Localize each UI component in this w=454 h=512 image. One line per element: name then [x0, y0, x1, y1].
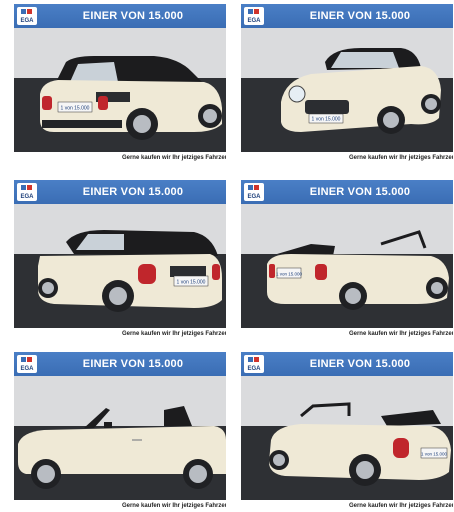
svg-text:EGA: EGA [20, 194, 34, 200]
listing-photo-6[interactable]: EGA EINER VON 15.000 1 von 15.000 Gerne … [241, 352, 453, 512]
car-photo: 1 von 15.000 [14, 28, 226, 152]
license-plate: 1 von 15.000 [61, 106, 90, 112]
svg-text:EGA: EGA [247, 194, 261, 200]
tagline-text: Gerne kaufen wir Ihr jetziges Fahrzeug [348, 331, 453, 337]
car-photo: 1 von 15.000 [241, 376, 453, 500]
car-photo: 1 von 15.000 [241, 204, 453, 328]
listing-photo-5[interactable]: EGA EINER VON 15.000 Gerne kaufen wir Ih… [14, 352, 226, 512]
ega-logo: EGA [17, 355, 37, 373]
ega-logo: EGA [17, 183, 37, 201]
tagline-text: Gerne kaufen wir Ihr jetziges Fahrzeug [348, 155, 453, 161]
listing-photo-1[interactable]: EGA EINER VON 15.000 1 von 15.000 Gerne … [14, 4, 226, 164]
headline-text: EINER VON 15.000 [82, 10, 184, 22]
ega-logo: EGA [244, 355, 264, 373]
listing-photo-4[interactable]: EGA EINER VON 15.000 1 von 15.000 Gerne … [241, 180, 453, 340]
listing-photo-2[interactable]: EGA EINER VON 15.000 1 von 15.000 Gerne … [241, 4, 453, 164]
headline-text: EINER VON 15.000 [309, 358, 411, 370]
svg-text:EGA: EGA [247, 18, 261, 24]
photo-footer: Gerne kaufen wir Ihr jetziges Fahrzeug [14, 328, 226, 340]
headline-text: EINER VON 15.000 [309, 186, 411, 198]
listing-photo-3[interactable]: EGA EINER VON 15.000 1 von 15.000 Gerne … [14, 180, 226, 340]
license-plate: 1 von 15.000 [312, 117, 341, 123]
car-photo: 1 von 15.000 [14, 204, 226, 328]
tagline-text: Gerne kaufen wir Ihr jetziges Fahrzeug [121, 331, 226, 337]
svg-text:EGA: EGA [20, 18, 34, 24]
car-photo: 1 von 15.000 [241, 28, 453, 152]
headline-text: EINER VON 15.000 [82, 358, 184, 370]
svg-text:EGA: EGA [247, 366, 261, 372]
headline-text: EINER VON 15.000 [309, 10, 411, 22]
photo-footer: Gerne kaufen wir Ihr jetziges Fahrzeug [241, 328, 453, 340]
tagline-text: Gerne kaufen wir Ihr jetziges Fahrzeug [121, 155, 226, 161]
svg-text:EGA: EGA [20, 366, 34, 372]
photo-footer: Gerne kaufen wir Ihr jetziges Fahrzeug [241, 500, 453, 512]
headline-text: EINER VON 15.000 [82, 186, 184, 198]
ega-logo: EGA [17, 7, 37, 25]
license-plate: 1 von 15.000 [421, 452, 448, 457]
photo-footer: Gerne kaufen wir Ihr jetziges Fahrzeug [241, 152, 453, 164]
ega-logo: EGA [244, 183, 264, 201]
car-photo [14, 376, 226, 500]
ega-logo: EGA [244, 7, 264, 25]
license-plate: 1 von 15.000 [276, 272, 303, 277]
photo-footer: Gerne kaufen wir Ihr jetziges Fahrzeug [14, 152, 226, 164]
photo-footer: Gerne kaufen wir Ihr jetziges Fahrzeug [14, 500, 226, 512]
license-plate: 1 von 15.000 [177, 280, 206, 286]
